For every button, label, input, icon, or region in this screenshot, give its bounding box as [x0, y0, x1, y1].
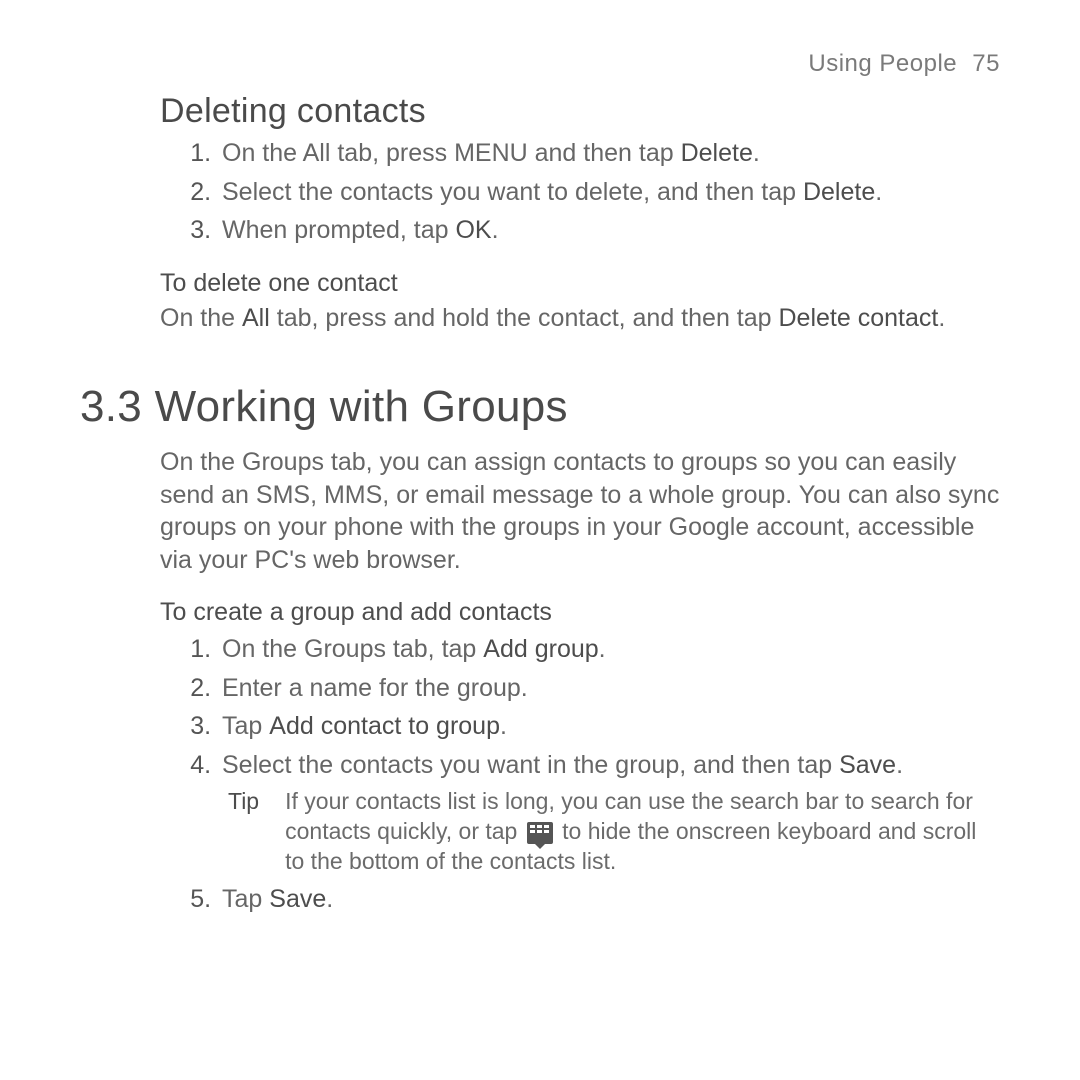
tip-block: Tip If your contacts list is long, you c… — [228, 787, 1000, 877]
running-header: Using People 75 — [80, 50, 1000, 78]
step-bold: Add group — [483, 635, 598, 663]
step-text: On the All tab, press MENU and then tap — [222, 139, 681, 167]
list-item: When prompted, tap OK. — [218, 214, 1000, 247]
step-text: When prompted, tap — [222, 216, 455, 244]
body-bold: Delete contact — [779, 304, 939, 332]
deleting-section: Deleting contacts On the All tab, press … — [160, 92, 1000, 334]
step-text: . — [326, 885, 333, 913]
groups-section: On the Groups tab, you can assign contac… — [160, 446, 1000, 915]
list-item: Tap Add contact to group. — [218, 710, 1000, 743]
heading-create-group: To create a group and add contacts — [160, 598, 1000, 627]
heading-working-with-groups: 3.3 Working with Groups — [80, 382, 1000, 432]
list-item: On the Groups tab, tap Add group. — [218, 633, 1000, 666]
step-bold: Delete — [803, 178, 875, 206]
step-text: . — [599, 635, 606, 663]
step-text: . — [753, 139, 760, 167]
keyboard-hide-icon — [527, 822, 553, 844]
step-text: . — [875, 178, 882, 206]
body-text: On the — [160, 304, 242, 332]
body-text: tab, press and hold the contact, and the… — [270, 304, 779, 332]
step-bold: Save — [269, 885, 326, 913]
list-item: Tap Save. — [218, 883, 1000, 916]
heading-deleting-contacts: Deleting contacts — [160, 92, 1000, 131]
step-text: Select the contacts you want in the grou… — [222, 751, 839, 779]
list-item: Enter a name for the group. — [218, 672, 1000, 705]
step-text: . — [500, 712, 507, 740]
step-bold: Add contact to group — [269, 712, 500, 740]
list-item: Select the contacts you want to delete, … — [218, 176, 1000, 209]
deleting-steps-list: On the All tab, press MENU and then tap … — [160, 137, 1000, 247]
section-name: Using People — [808, 50, 957, 77]
step-bold: Delete — [681, 139, 753, 167]
step-bold: Save — [839, 751, 896, 779]
list-item: On the All tab, press MENU and then tap … — [218, 137, 1000, 170]
groups-steps-list: On the Groups tab, tap Add group. Enter … — [160, 633, 1000, 915]
body-text: . — [938, 304, 945, 332]
step-text: Select the contacts you want to delete, … — [222, 178, 803, 206]
step-text: . — [896, 751, 903, 779]
heading-delete-one-contact: To delete one contact — [160, 269, 1000, 298]
step-bold: OK — [455, 216, 491, 244]
body-bold: All — [242, 304, 270, 332]
list-item: Select the contacts you want in the grou… — [218, 749, 1000, 877]
step-text: Tap — [222, 712, 269, 740]
delete-one-contact-body: On the All tab, press and hold the conta… — [160, 302, 1000, 335]
document-page: Using People 75 Deleting contacts On the… — [0, 0, 1080, 1080]
tip-label: Tip — [228, 787, 259, 877]
groups-intro: On the Groups tab, you can assign contac… — [160, 446, 1000, 576]
step-text: Enter a name for the group. — [222, 674, 528, 702]
step-text: On the Groups tab, tap — [222, 635, 483, 663]
page-number: 75 — [972, 50, 1000, 77]
tip-body: If your contacts list is long, you can u… — [285, 787, 1000, 877]
step-text: Tap — [222, 885, 269, 913]
step-text: . — [492, 216, 499, 244]
